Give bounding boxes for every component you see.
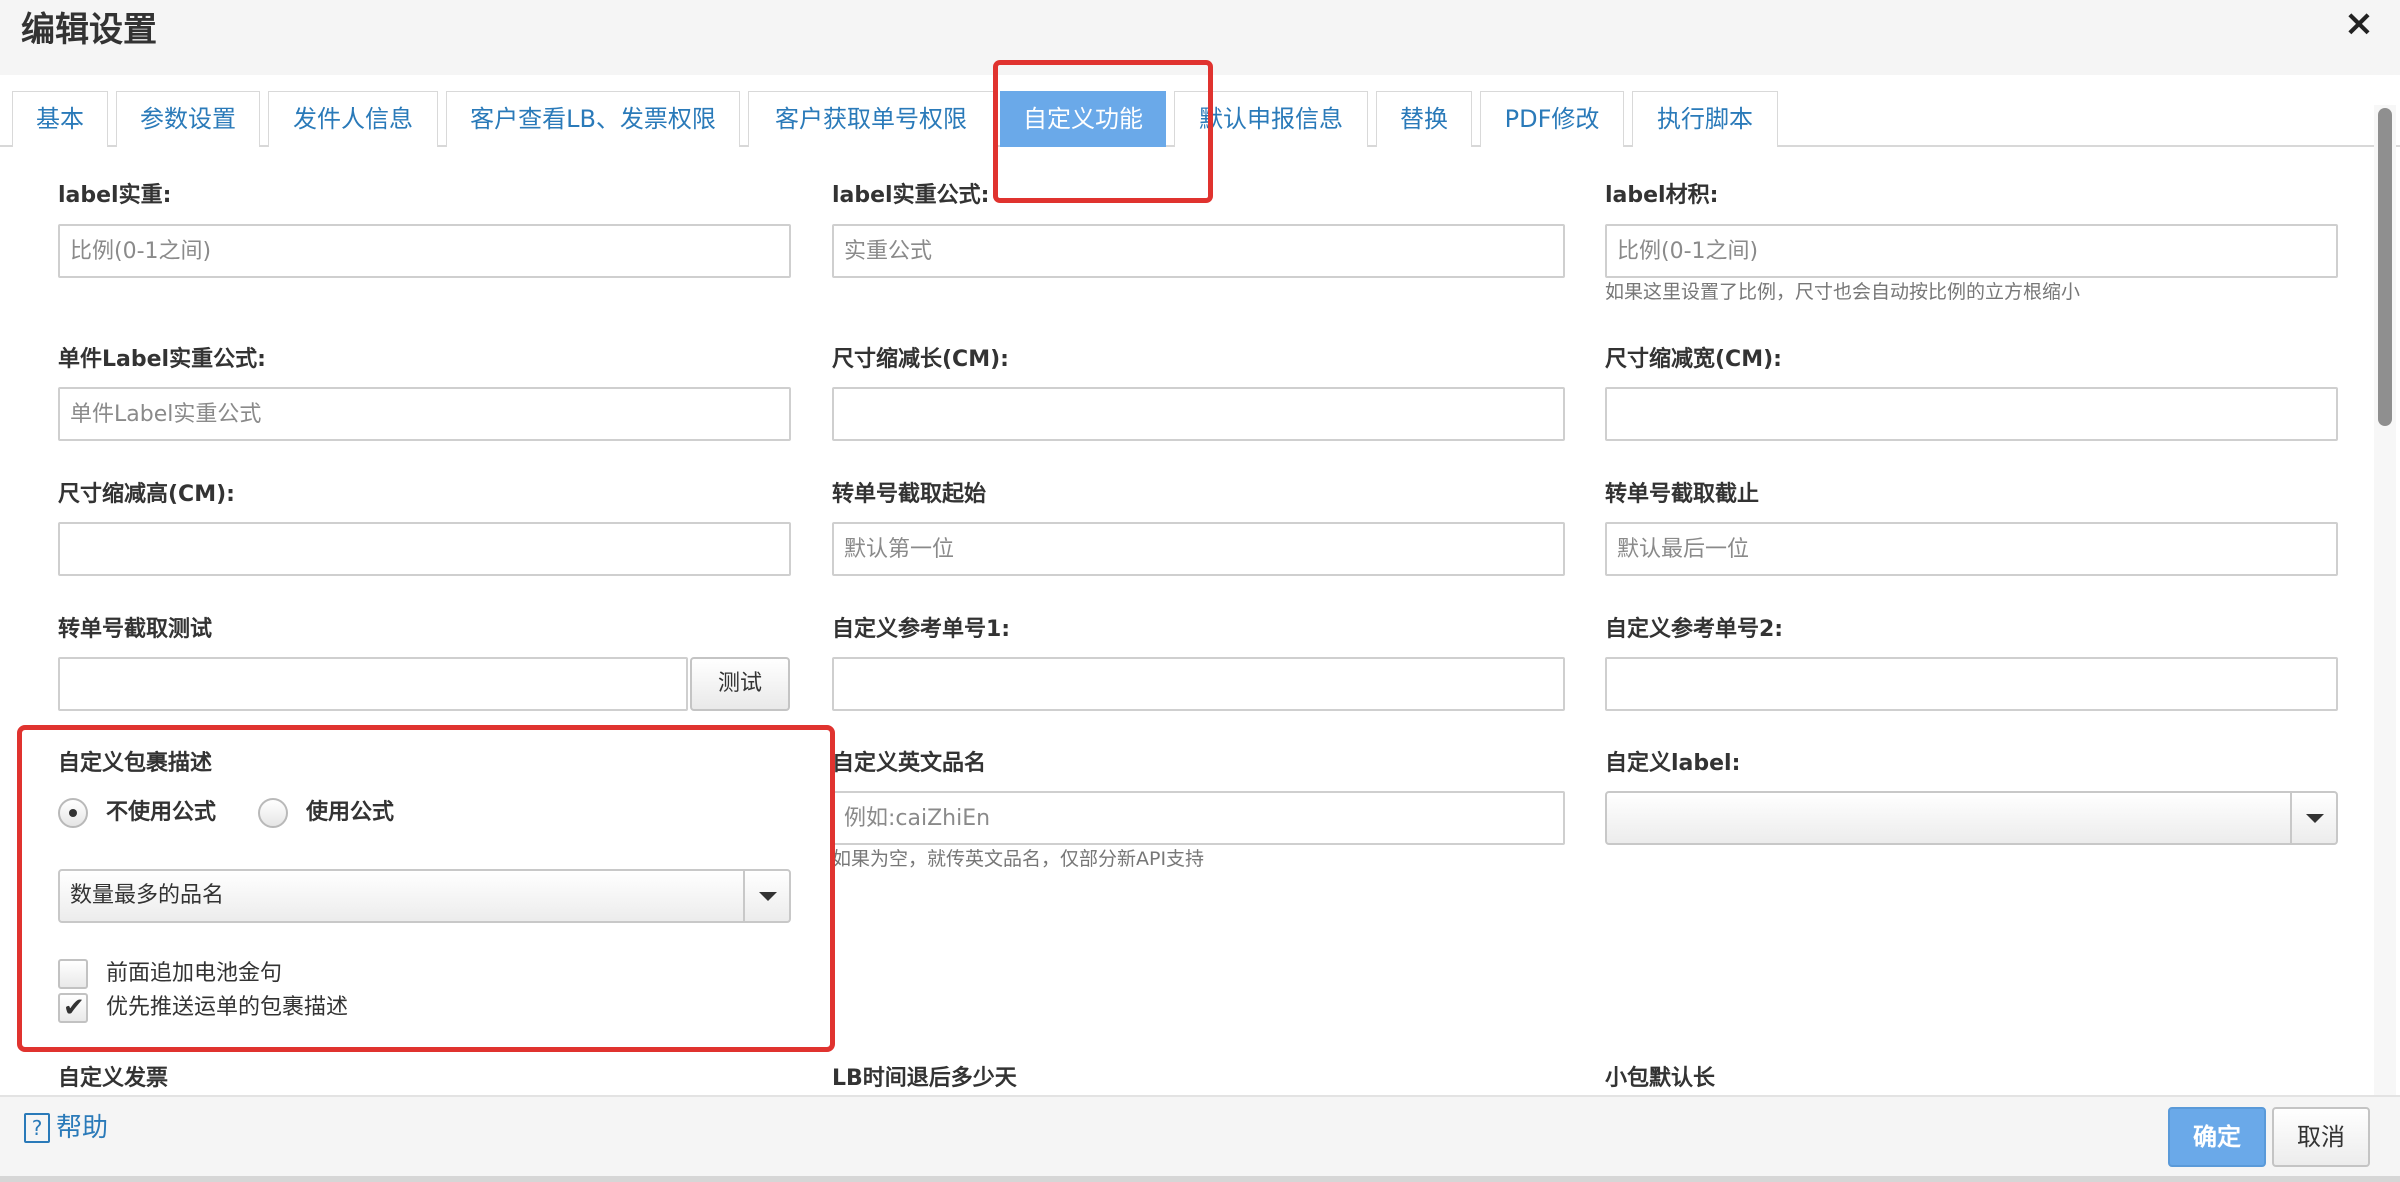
package-desc-select[interactable]: 数量最多的品名 [58,869,791,923]
label-weight-label: label实重: [58,183,172,208]
label-volume-input[interactable] [1605,224,2338,278]
custom-package-desc-label: 自定义包裹描述 [58,751,213,776]
custom-ref1-label: 自定义参考单号1: [832,617,1011,642]
tab-basic[interactable]: 基本 [12,91,108,147]
single-label-formula-label: 单件Label实重公式: [58,347,266,372]
size-reduce-width-label: 尺寸缩减宽(CM): [1605,347,1782,372]
label-volume-help: 如果这里设置了比例，尺寸也会自动按比例的立方根缩小 [1605,281,2081,303]
radio-no-formula[interactable] [58,798,88,828]
label-weight-input[interactable] [58,224,791,278]
dialog-title: 编辑设置 [21,10,157,50]
size-reduce-height-input[interactable] [58,522,791,576]
battery-phrase-checkbox[interactable] [58,959,88,989]
custom-en-name-input[interactable] [832,791,1565,845]
priority-desc-label: 优先推送运单的包裹描述 [106,995,349,1020]
tab-bar: 基本 参数设置 发件人信息 客户查看LB、发票权限 客户获取单号权限 自定义功能… [0,75,2400,147]
size-reduce-width-input[interactable] [1605,387,2338,441]
size-reduce-length-input[interactable] [832,387,1565,441]
size-reduce-length-label: 尺寸缩减长(CM): [832,347,1009,372]
tracking-cut-end-input[interactable] [1605,522,2338,576]
tracking-cut-end-label: 转单号截取截止 [1605,482,1760,507]
ok-button[interactable]: 确定 [2168,1107,2266,1167]
tab-custom-features[interactable]: 自定义功能 [1000,91,1166,147]
cancel-button[interactable]: 取消 [2272,1107,2370,1167]
radio-no-formula-label: 不使用公式 [106,800,217,825]
battery-phrase-label: 前面追加电池金句 [106,961,283,986]
tab-default-declaration[interactable]: 默认申报信息 [1174,91,1368,147]
label-weight-formula-input[interactable] [832,224,1565,278]
custom-en-name-label: 自定义英文品名 [832,751,987,776]
radio-use-formula[interactable] [258,798,288,828]
tab-pdf-edit[interactable]: PDF修改 [1480,91,1624,147]
custom-ref2-label: 自定义参考单号2: [1605,617,1784,642]
bottom-edge [0,1176,2400,1182]
dialog-footer [0,1095,2400,1182]
label-volume-label: label材积: [1605,183,1719,208]
size-reduce-height-label: 尺寸缩减高(CM): [58,482,235,507]
label-weight-formula-label: label实重公式: [832,183,990,208]
help-link-label: 帮助 [56,1113,109,1143]
tab-customer-lb-invoice[interactable]: 客户查看LB、发票权限 [446,91,740,147]
dialog-titlebar: 编辑设置 × [0,0,2400,75]
custom-ref1-input[interactable] [832,657,1565,711]
tab-customer-tracking[interactable]: 客户获取单号权限 [748,91,994,147]
package-desc-select-value: 数量最多的品名 [70,883,225,908]
packet-default-length-label: 小包默认长 [1605,1066,1716,1091]
radio-use-formula-label: 使用公式 [306,800,395,825]
test-button[interactable]: 测试 [690,657,790,711]
close-button[interactable]: × [2344,4,2374,44]
scrollbar-thumb[interactable] [2378,108,2392,426]
chevron-down-icon [743,871,789,921]
tracking-cut-start-input[interactable] [832,522,1565,576]
custom-label-select[interactable] [1605,791,2338,845]
tab-sender-info[interactable]: 发件人信息 [268,91,438,147]
lb-time-back-label: LB时间退后多少天 [832,1066,1017,1091]
tracking-cut-test-label: 转单号截取测试 [58,617,213,642]
tracking-cut-start-label: 转单号截取起始 [832,482,987,507]
custom-invoice-label: 自定义发票 [58,1066,169,1091]
custom-ref2-input[interactable] [1605,657,2338,711]
chevron-down-icon [2290,793,2336,843]
question-icon: ? [24,1113,50,1143]
check-icon: ✔ [63,993,85,1023]
tracking-cut-test-input[interactable] [58,657,688,711]
tab-run-script[interactable]: 执行脚本 [1632,91,1778,147]
tab-replace[interactable]: 替换 [1376,91,1472,147]
custom-label-label: 自定义label: [1605,751,1741,776]
priority-desc-checkbox[interactable]: ✔ [58,993,88,1023]
tab-params[interactable]: 参数设置 [116,91,260,147]
custom-en-name-help: 如果为空，就传英文品名，仅部分新API支持 [832,848,1205,870]
single-label-formula-input[interactable] [58,387,791,441]
